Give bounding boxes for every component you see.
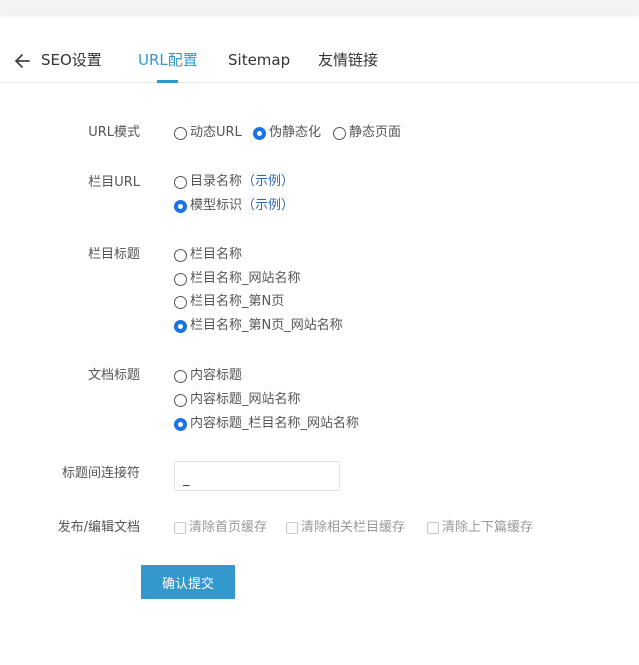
radio-button-selected[interactable] bbox=[174, 319, 187, 333]
column-url-dir-option[interactable]: 目录名称 （示例） bbox=[174, 174, 294, 190]
column-title-label: 栏目标题 bbox=[87, 247, 140, 262]
column-title-option-1[interactable]: 栏目名称 bbox=[174, 247, 242, 263]
arrow-left-icon[interactable] bbox=[12, 51, 32, 71]
checkbox[interactable] bbox=[174, 522, 186, 534]
example-link[interactable]: （示例） bbox=[242, 174, 294, 190]
option-label: 清除首页缓存 bbox=[189, 520, 268, 535]
tab-url-config[interactable]: URL配置 bbox=[138, 50, 198, 83]
checkbox[interactable] bbox=[286, 522, 298, 534]
radio-button[interactable] bbox=[174, 295, 187, 309]
clear-column-cache-option[interactable]: 清除相关栏目缓存 bbox=[286, 520, 405, 536]
radio-button-selected[interactable] bbox=[174, 199, 187, 213]
option-label: 清除上下篇缓存 bbox=[442, 520, 534, 535]
column-title-option-4[interactable]: 栏目名称_第N页_网站名称 bbox=[174, 318, 343, 334]
option-label: 栏目名称_第N页_网站名称 bbox=[190, 318, 343, 333]
option-label: 模型标识 bbox=[190, 198, 243, 213]
clear-adjacent-cache-option[interactable]: 清除上下篇缓存 bbox=[427, 520, 533, 536]
radio-button[interactable] bbox=[174, 126, 187, 140]
option-label: 目录名称 bbox=[190, 174, 243, 189]
option-label: 静态页面 bbox=[349, 125, 402, 140]
active-tab-indicator bbox=[157, 80, 178, 83]
radio-button[interactable] bbox=[333, 126, 346, 140]
radio-button-selected[interactable] bbox=[174, 417, 187, 431]
url-mode-dynamic-option[interactable]: 动态URL bbox=[174, 125, 242, 141]
option-label: 内容标题 bbox=[190, 368, 243, 383]
url-mode-pseudo-static-option[interactable]: 伪静态化 bbox=[253, 125, 321, 141]
radio-button[interactable] bbox=[174, 272, 187, 286]
radio-button[interactable] bbox=[174, 248, 187, 262]
doc-title-label: 文档标题 bbox=[87, 368, 140, 383]
separator-label: 标题间连接符 bbox=[61, 466, 140, 481]
column-title-option-3[interactable]: 栏目名称_第N页 bbox=[174, 294, 284, 310]
tab-label: URL配置 bbox=[138, 51, 198, 69]
tab-bar: SEO设置 URL配置 Sitemap 友情链接 bbox=[0, 38, 639, 83]
option-label: 内容标题_网站名称 bbox=[190, 392, 301, 407]
page-title: SEO设置 bbox=[41, 51, 102, 69]
top-bar bbox=[0, 0, 639, 14]
option-label: 内容标题_栏目名称_网站名称 bbox=[190, 416, 360, 431]
doc-title-option-2[interactable]: 内容标题_网站名称 bbox=[174, 392, 301, 408]
option-label: 栏目名称 bbox=[190, 247, 243, 262]
radio-button[interactable] bbox=[174, 175, 187, 189]
column-url-model-option[interactable]: 模型标识 （示例） bbox=[174, 198, 294, 214]
option-label: 伪静态化 bbox=[269, 125, 322, 140]
option-label: 动态URL bbox=[190, 125, 242, 140]
doc-title-option-1[interactable]: 内容标题 bbox=[174, 368, 242, 384]
doc-title-option-3[interactable]: 内容标题_栏目名称_网站名称 bbox=[174, 416, 359, 432]
radio-button[interactable] bbox=[174, 369, 187, 383]
option-label: 栏目名称_网站名称 bbox=[190, 271, 301, 286]
checkbox[interactable] bbox=[427, 522, 439, 534]
radio-button[interactable] bbox=[174, 393, 187, 407]
option-label: 清除相关栏目缓存 bbox=[301, 520, 406, 535]
url-mode-static-option[interactable]: 静态页面 bbox=[333, 125, 401, 141]
column-title-option-2[interactable]: 栏目名称_网站名称 bbox=[174, 271, 301, 287]
tab-sitemap[interactable]: Sitemap bbox=[228, 50, 290, 70]
example-link[interactable]: （示例） bbox=[242, 198, 294, 214]
radio-button-selected[interactable] bbox=[253, 126, 266, 140]
column-url-label: 栏目URL bbox=[88, 175, 140, 190]
tab-friend-links[interactable]: 友情链接 bbox=[318, 50, 378, 70]
option-label: 栏目名称_第N页 bbox=[190, 294, 285, 309]
submit-button[interactable]: 确认提交 bbox=[141, 565, 235, 599]
clear-home-cache-option[interactable]: 清除首页缓存 bbox=[174, 520, 267, 536]
separator-input[interactable] bbox=[174, 461, 340, 491]
url-mode-label: URL模式 bbox=[88, 125, 140, 140]
publish-label: 发布/编辑文档 bbox=[57, 520, 140, 535]
